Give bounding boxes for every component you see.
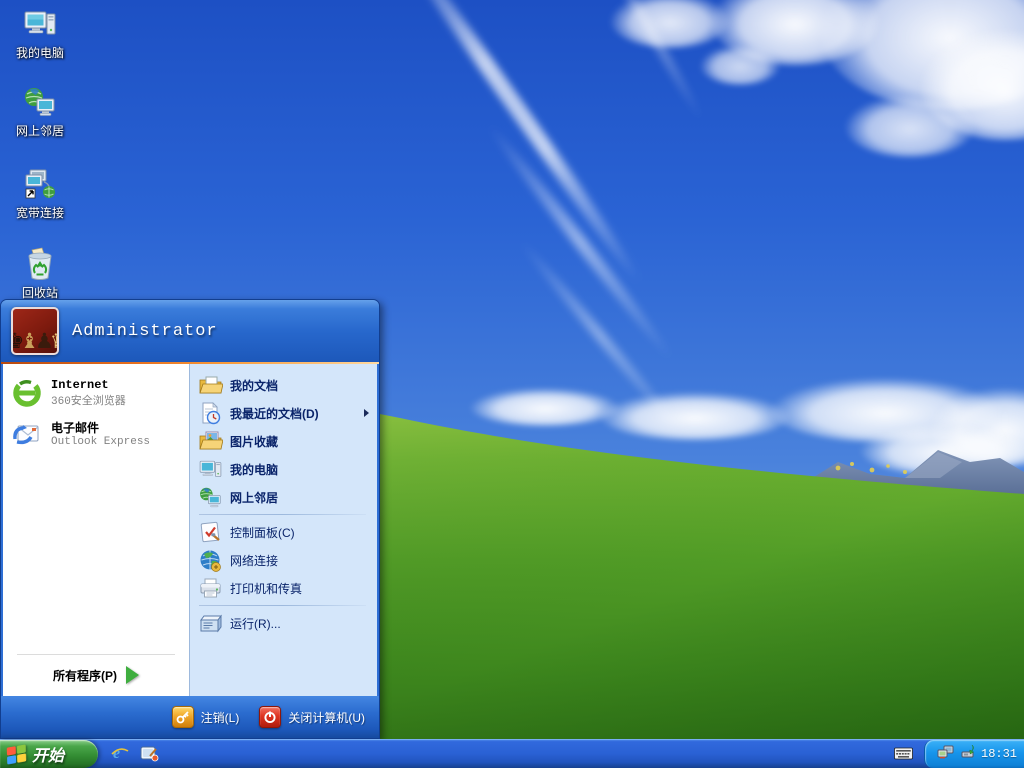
network-places-icon xyxy=(200,487,221,507)
browser-360-icon xyxy=(13,379,41,407)
menu-item-label: 运行(R)... xyxy=(230,616,281,631)
all-programs-arrow-icon xyxy=(126,666,139,684)
desktop-icon-network-places[interactable]: 网上邻居 xyxy=(0,84,80,140)
log-off-button[interactable]: 注销(L) xyxy=(171,706,240,728)
windows-flag-icon xyxy=(6,743,27,765)
tray-clock[interactable]: 18:31 xyxy=(981,747,1017,761)
turn-off-label: 关闭计算机(U) xyxy=(288,710,365,725)
divider xyxy=(199,605,366,606)
desktop-icon-label: 网上邻居 xyxy=(15,124,64,138)
menu-item-label: 控制面板(C) xyxy=(230,525,295,540)
network-places-icon xyxy=(25,88,55,116)
start-button[interactable]: 开始 xyxy=(0,740,98,768)
menu-item-my-pictures[interactable]: 图片收藏 xyxy=(195,427,374,455)
menu-item-label: 我最近的文档(D) xyxy=(230,406,319,421)
menu-item-control-panel[interactable]: 控制面板(C) xyxy=(195,518,374,546)
show-desktop-icon[interactable] xyxy=(139,743,159,763)
turn-off-computer-button[interactable]: 关闭计算机(U) xyxy=(259,706,365,728)
menu-item-network-places[interactable]: 网上邻居 xyxy=(195,483,374,511)
keyboard-icon[interactable] xyxy=(894,746,913,765)
run-icon xyxy=(200,614,222,632)
recent-documents-icon xyxy=(202,401,221,424)
menu-item-label: 图片收藏 xyxy=(230,434,279,449)
all-programs-button[interactable]: 所有程序(P) xyxy=(3,659,189,696)
start-menu-body: Internet 360安全浏览器 电子邮件 Outlook Express 所… xyxy=(3,364,377,696)
my-documents-icon xyxy=(199,376,223,393)
all-programs-label: 所有程序(P) xyxy=(53,668,117,683)
start-menu-left-column: Internet 360安全浏览器 电子邮件 Outlook Express 所… xyxy=(3,364,189,696)
desktop-icon-my-computer[interactable]: 我的电脑 xyxy=(0,6,80,62)
broadband-connection-icon xyxy=(25,169,55,199)
menu-item-label: 我的文档 xyxy=(230,378,279,393)
system-tray: 18:31 xyxy=(924,740,1024,768)
menu-item-my-documents[interactable]: 我的文档 xyxy=(195,371,374,399)
log-off-key-icon xyxy=(171,706,194,728)
printers-faxes-icon xyxy=(200,578,221,597)
start-menu-footer: 注销(L) 关闭计算机(U) xyxy=(1,696,379,738)
desktop-icon-recycle-bin[interactable]: 回收站 xyxy=(0,246,80,302)
pinned-item-email[interactable]: 电子邮件 Outlook Express xyxy=(3,413,189,453)
outlook-express-icon xyxy=(13,425,39,445)
divider xyxy=(17,654,175,655)
menu-item-label: 网上邻居 xyxy=(230,490,279,505)
network-connections-icon xyxy=(200,550,221,572)
menu-item-run[interactable]: 运行(R)... xyxy=(195,609,374,637)
start-menu: ♚♝♟♛ Administrator Internet 360安全浏览器 xyxy=(0,299,380,739)
quick-launch-bar: e xyxy=(110,743,159,763)
safely-remove-icon[interactable] xyxy=(960,744,975,764)
start-menu-header: ♚♝♟♛ Administrator xyxy=(1,300,379,362)
divider xyxy=(199,514,366,515)
pinned-item-subtitle: 360安全浏览器 xyxy=(51,396,126,408)
menu-item-label: 我的电脑 xyxy=(230,462,279,477)
my-computer-icon xyxy=(199,460,222,477)
desktop: 我的电脑 网上邻居 宽带连接 回收站 ♝♟ Administrator Inte… xyxy=(0,0,1024,768)
power-icon xyxy=(259,706,282,728)
taskbar: 开始 e 18:31 xyxy=(0,739,1024,768)
desktop-icon-label: 回收站 xyxy=(21,286,58,300)
pinned-item-title: 电子邮件 xyxy=(51,420,100,435)
internet-explorer-icon[interactable]: e xyxy=(110,743,130,763)
menu-item-recent-documents[interactable]: 我最近的文档(D) xyxy=(195,399,374,427)
submenu-arrow-icon xyxy=(364,409,369,417)
menu-item-network-connections[interactable]: 网络连接 xyxy=(195,546,374,574)
desktop-icon-label: 我的电脑 xyxy=(15,46,64,60)
network-status-icon[interactable] xyxy=(937,745,954,764)
my-computer-icon xyxy=(24,11,56,35)
svg-text:e: e xyxy=(113,745,120,762)
user-name: Administrator xyxy=(72,321,218,341)
start-menu-right-column: 我的文档 我最近的文档(D) 图片收藏 我的电脑 网上邻居 控制面板(C) 网络… xyxy=(189,364,377,696)
start-button-label: 开始 xyxy=(32,748,65,765)
menu-item-label: 网络连接 xyxy=(230,553,279,568)
my-pictures-icon xyxy=(199,431,223,449)
pinned-item-title: Internet xyxy=(51,378,109,392)
menu-item-printers-faxes[interactable]: 打印机和传真 xyxy=(195,574,374,602)
pinned-item-internet[interactable]: Internet 360安全浏览器 xyxy=(3,373,189,413)
desktop-icon-broadband[interactable]: 宽带连接 xyxy=(0,166,80,222)
log-off-label: 注销(L) xyxy=(200,710,240,725)
recycle-bin-icon xyxy=(28,247,52,280)
menu-item-label: 打印机和传真 xyxy=(230,581,303,596)
chess-pieces-image: ♚♝♟♛ xyxy=(13,330,57,353)
desktop-icon-label: 宽带连接 xyxy=(15,206,64,220)
control-panel-icon xyxy=(200,521,220,542)
menu-item-my-computer[interactable]: 我的电脑 xyxy=(195,455,374,483)
pinned-item-subtitle: Outlook Express xyxy=(51,435,151,448)
user-avatar[interactable]: ♚♝♟♛ xyxy=(11,307,59,355)
